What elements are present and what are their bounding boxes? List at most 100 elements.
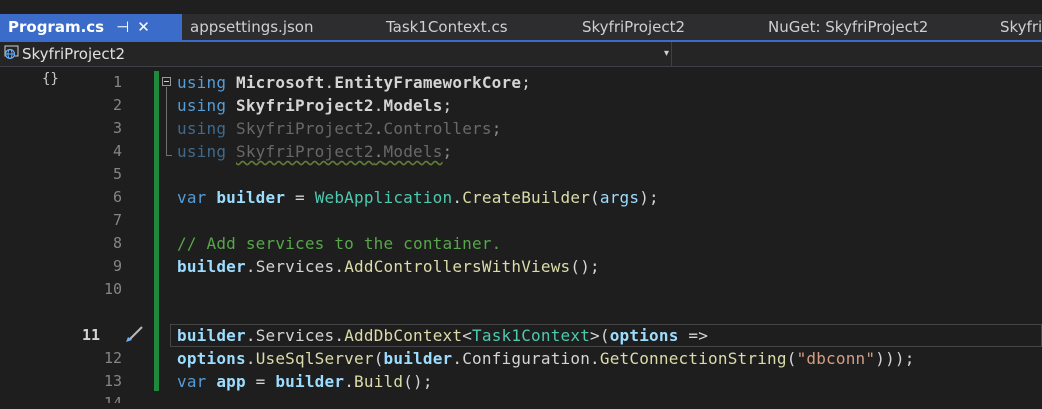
variable: builder bbox=[383, 349, 453, 368]
line-number: 12 bbox=[103, 349, 122, 367]
tab-task1context-cs[interactable]: Task1Context.cs bbox=[378, 14, 574, 40]
punct: . bbox=[373, 119, 384, 138]
chevron-down-icon[interactable]: ▾ bbox=[664, 42, 669, 66]
tab-skyfriproject2[interactable]: SkyfriProject2 bbox=[574, 14, 760, 40]
punct: ; bbox=[521, 73, 532, 92]
pin-icon[interactable]: ⊣ bbox=[116, 18, 129, 36]
punct: . bbox=[452, 349, 463, 368]
namespace: SkyfriProject2 bbox=[236, 96, 374, 115]
code-line-12: options.UseSqlServer(builder.Configurati… bbox=[177, 347, 915, 370]
tab-program-cs[interactable]: Program.cs ⊣ ✕ bbox=[0, 14, 182, 40]
namespace: Models bbox=[383, 142, 443, 161]
line-number: 4 bbox=[112, 142, 122, 160]
tab-nuget-skyfriproject2[interactable]: NuGet: SkyfriProject2 bbox=[760, 14, 992, 40]
code-line-8: // Add services to the container. bbox=[177, 232, 501, 255]
code-line-2: using SkyfriProject2.Models; bbox=[177, 94, 452, 117]
line-number: 10 bbox=[103, 280, 122, 298]
namespace: Microsoft bbox=[236, 73, 325, 92]
variable: builder bbox=[216, 188, 286, 207]
punct: ; bbox=[442, 142, 453, 161]
comment: // Add services to the container. bbox=[177, 234, 502, 253]
variable: builder bbox=[177, 257, 246, 276]
parameter: options bbox=[609, 326, 679, 345]
punct: . bbox=[452, 188, 463, 207]
method: AddControllersWithViews bbox=[344, 257, 571, 276]
method: AddDbContext bbox=[344, 326, 463, 345]
type: Task1Context bbox=[472, 326, 591, 345]
punct: . bbox=[245, 326, 256, 345]
keyword: using bbox=[177, 142, 227, 161]
line-number-current: 11 bbox=[81, 326, 100, 344]
punct: ); bbox=[639, 188, 659, 207]
paintbrush-icon[interactable] bbox=[124, 324, 146, 348]
punct: . bbox=[334, 257, 345, 276]
string-literal: "dbconn" bbox=[796, 349, 876, 368]
method: GetConnectionString bbox=[599, 349, 787, 368]
punct: . bbox=[373, 96, 384, 115]
line-number: 8 bbox=[112, 234, 122, 252]
member: Services bbox=[255, 257, 335, 276]
line-number: 14 bbox=[103, 394, 122, 403]
code-line-9: builder.Services.AddControllersWithViews… bbox=[177, 255, 600, 278]
punct: ( bbox=[373, 349, 384, 368]
line-number: 3 bbox=[112, 119, 122, 137]
tab-label: NuGet: SkyfriProject2 bbox=[768, 18, 929, 36]
punct: ( bbox=[590, 188, 600, 207]
member: Configuration bbox=[462, 349, 591, 368]
parameter: args bbox=[599, 188, 640, 207]
collapse-icon[interactable] bbox=[162, 77, 171, 86]
namespace: Models bbox=[383, 96, 443, 115]
code-line-6: var builder = WebApplication.CreateBuild… bbox=[177, 186, 659, 209]
punct: (); bbox=[570, 257, 600, 276]
punct: < bbox=[462, 326, 473, 345]
namespace: SkyfriProject2 bbox=[236, 119, 374, 138]
line-number: 9 bbox=[112, 257, 122, 275]
code-editor[interactable]: {} 1 2 3 4 5 6 7 8 9 10 11 12 13 14 usin… bbox=[0, 67, 1042, 409]
window-top-strip bbox=[0, 0, 1042, 14]
punct: . bbox=[334, 326, 345, 345]
project-dropdown[interactable]: SkyfriProject2 ▾ bbox=[4, 42, 672, 66]
method: CreateBuilder bbox=[462, 188, 591, 207]
line-number: 7 bbox=[112, 211, 122, 229]
code-line-13: var app = builder.Build(); bbox=[177, 370, 433, 393]
document-tab-bar: Program.cs ⊣ ✕ appsettings.json Task1Conte… bbox=[0, 14, 1042, 42]
code-line-1: using Microsoft.EntityFrameworkCore; bbox=[177, 71, 531, 94]
punct: => bbox=[678, 326, 709, 345]
tab-label: appsettings.json bbox=[190, 18, 314, 36]
close-icon[interactable]: ✕ bbox=[137, 18, 150, 36]
punct: . bbox=[245, 349, 256, 368]
tab-label: SkyfriProject2 bbox=[582, 18, 686, 36]
member: Services bbox=[255, 326, 335, 345]
variable: builder bbox=[177, 326, 246, 345]
code-line-11: builder.Services.AddDbContext<Task1Conte… bbox=[177, 324, 708, 347]
punct: = bbox=[245, 372, 276, 391]
line-number: 2 bbox=[112, 96, 122, 114]
keyword: var bbox=[177, 188, 207, 207]
keyword: using bbox=[177, 96, 227, 115]
project-globe-icon bbox=[4, 43, 20, 67]
tab-label: Task1Context.cs bbox=[386, 18, 508, 36]
punct: >( bbox=[590, 326, 610, 345]
punct: = bbox=[285, 188, 315, 207]
project-name: SkyfriProject2 bbox=[22, 45, 126, 63]
punct: . bbox=[344, 372, 355, 391]
fold-guide-end bbox=[166, 155, 172, 156]
code-line-3: using SkyfriProject2.Controllers; bbox=[177, 117, 502, 140]
keyword: using bbox=[177, 119, 227, 138]
method: UseSqlServer bbox=[255, 349, 374, 368]
punct: ; bbox=[491, 119, 502, 138]
tab-appsettings-json[interactable]: appsettings.json bbox=[182, 14, 378, 40]
tab-label: Program.cs bbox=[8, 18, 105, 36]
tab-skyfri-overflow[interactable]: Skyfri bbox=[992, 14, 1042, 40]
line-number: 5 bbox=[112, 165, 122, 183]
braces-icon: {} bbox=[42, 71, 59, 87]
code-line-4: using SkyfriProject2.Models; bbox=[177, 140, 452, 163]
navigation-bar: SkyfriProject2 ▾ bbox=[0, 42, 1042, 67]
change-tracking-bar bbox=[154, 71, 159, 391]
punct: ; bbox=[442, 96, 453, 115]
keyword: var bbox=[177, 372, 207, 391]
punct: . bbox=[373, 142, 384, 161]
namespace: Controllers bbox=[383, 119, 492, 138]
parameter: options bbox=[177, 349, 246, 368]
punct: . bbox=[245, 257, 256, 276]
